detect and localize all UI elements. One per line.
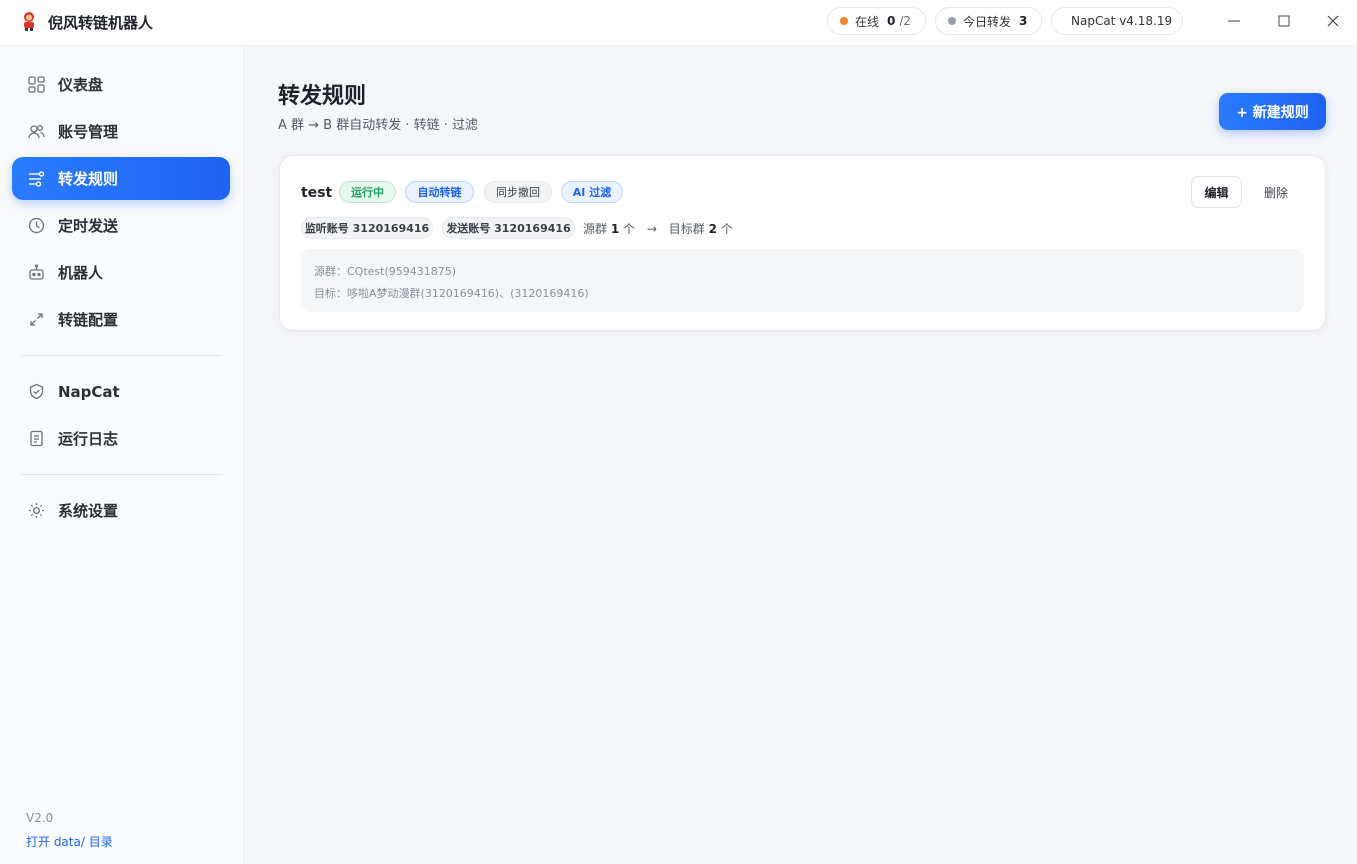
maximize-icon <box>1278 15 1290 27</box>
rule-detail-box: 源群：CQtest(959431875) 目标：哆啦A梦动漫群(31201694… <box>301 249 1304 312</box>
target-unit: 个 <box>720 222 733 236</box>
edit-rule-button[interactable]: 编辑 <box>1191 176 1242 208</box>
sidebar-item-logs[interactable]: 运行日志 <box>12 417 230 460</box>
sidebar-item-forward-rules[interactable]: 转发规则 <box>12 157 230 200</box>
sidebar: 仪表盘 账号管理 转发规则 定时发送 机器人 转链配置 NapCat 运行日志 … <box>0 47 244 864</box>
online-dot-icon <box>840 17 848 25</box>
title-bar: 倪风转链机器人 在线 0 /2 今日转发 3 NapCat v4.18.19 <box>0 0 1357 46</box>
clock-icon <box>27 217 45 235</box>
sidebar-item-label: NapCat <box>58 382 120 401</box>
today-label: 今日转发 <box>963 14 1012 29</box>
tag-ai-filter: AI 过滤 <box>561 181 623 203</box>
today-dot-icon <box>948 17 956 25</box>
sidebar-item-label: 定时发送 <box>58 217 119 235</box>
source-prefix: 源群 <box>583 222 608 236</box>
online-count: 0 <box>887 14 896 28</box>
sidebar-item-scheduled[interactable]: 定时发送 <box>12 204 230 247</box>
online-label: 在线 <box>855 14 880 29</box>
page-title: 转发规则 <box>278 84 367 109</box>
sliders-icon <box>27 170 45 188</box>
online-status-pill: 在线 0 /2 <box>827 7 926 35</box>
today-forward-pill: 今日转发 3 <box>935 7 1042 35</box>
target-prefix: 目标群 <box>668 222 705 236</box>
napcat-label: NapCat v4.18.19 <box>1071 14 1173 28</box>
app-logo-icon <box>24 12 34 31</box>
sidebar-item-label: 系统设置 <box>58 502 119 520</box>
sidebar-item-link-config[interactable]: 转链配置 <box>12 298 230 341</box>
tag-sync-recall: 同步撤回 <box>484 181 552 203</box>
source-group-detail: 源群：CQtest(959431875) <box>314 265 457 278</box>
minimize-icon <box>1228 20 1240 22</box>
sidebar-item-accounts[interactable]: 账号管理 <box>12 110 230 153</box>
sidebar-item-robot[interactable]: 机器人 <box>12 251 230 294</box>
status-badge-running: 运行中 <box>339 181 396 203</box>
minimize-button[interactable] <box>1220 8 1248 34</box>
send-account-chip: 发送账号 3120169416 <box>442 217 575 239</box>
sidebar-divider <box>21 474 222 475</box>
users-icon <box>27 123 45 141</box>
sidebar-item-label: 机器人 <box>58 264 104 282</box>
sidebar-item-label: 运行日志 <box>58 430 119 448</box>
napcat-version-pill: NapCat v4.18.19 <box>1051 7 1183 35</box>
document-icon <box>27 430 45 448</box>
tag-auto-link: 自动转链 <box>405 181 474 203</box>
sidebar-item-napcat[interactable]: NapCat <box>12 370 230 413</box>
new-rule-button[interactable]: + 新建规则 <box>1219 93 1326 130</box>
app-version: V2.0 <box>26 811 54 825</box>
close-icon <box>1327 15 1339 27</box>
delete-rule-button[interactable]: 删除 <box>1255 176 1297 208</box>
sidebar-item-settings[interactable]: 系统设置 <box>12 489 230 532</box>
sidebar-item-dashboard[interactable]: 仪表盘 <box>12 63 230 106</box>
source-unit: 个 <box>623 222 636 236</box>
open-data-dir-link[interactable]: 打开 data/ 目录 <box>26 833 113 850</box>
close-button[interactable] <box>1319 8 1347 34</box>
sun-gear-icon <box>27 502 45 520</box>
today-count: 3 <box>1019 14 1028 28</box>
source-count: 1 <box>610 222 620 236</box>
sidebar-item-label: 仪表盘 <box>58 76 104 94</box>
sidebar-divider <box>21 355 222 356</box>
sidebar-item-label: 转发规则 <box>58 170 119 188</box>
flow-arrow: → <box>646 222 657 236</box>
rule-name: test <box>301 185 333 201</box>
online-total: /2 <box>899 14 912 28</box>
sidebar-item-label: 转链配置 <box>58 311 119 329</box>
app-title: 倪风转链机器人 <box>48 14 154 32</box>
sidebar-item-label: 账号管理 <box>58 123 119 141</box>
rule-card: test 运行中 自动转链 同步撤回 AI 过滤 编辑 删除 监听账号 3120… <box>279 155 1326 331</box>
target-count: 2 <box>708 222 717 236</box>
target-group-detail: 目标：哆啦A梦动漫群(3120169416)、(3120169416) <box>314 287 589 300</box>
listen-account-chip: 监听账号 3120169416 <box>301 217 433 239</box>
robot-icon <box>27 264 45 282</box>
page-subtitle: A 群 → B 群自动转发 · 转链 · 过滤 <box>278 118 479 133</box>
shield-icon <box>27 383 45 401</box>
link-arrows-icon <box>27 311 45 329</box>
group-flow-summary: 源群 1 个 → 目标群 2 个 <box>583 220 733 237</box>
maximize-button[interactable] <box>1270 8 1298 34</box>
dashboard-icon <box>27 76 45 94</box>
